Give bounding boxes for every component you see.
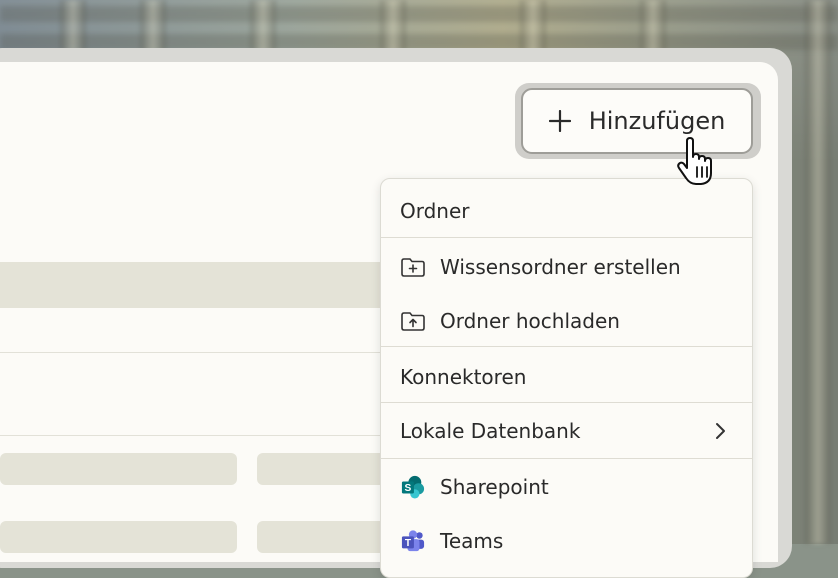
divider — [0, 435, 400, 436]
menu-item-label: Lokale Datenbank — [400, 419, 581, 443]
background-band — [0, 6, 838, 22]
divider — [0, 352, 400, 353]
menu-divider — [381, 346, 752, 347]
menu-item-label: Sharepoint — [440, 475, 549, 499]
menu-item-label: Ordner hochladen — [440, 309, 620, 333]
menu-divider — [381, 402, 752, 403]
placeholder-cell — [0, 521, 237, 553]
hand-pointer-cursor-icon — [677, 137, 712, 185]
menu-item-local-database[interactable]: Lokale Datenbank — [381, 413, 752, 449]
add-dropdown-menu: Ordner Wissensordner erstellen Ordner ho… — [380, 178, 753, 578]
placeholder-cell — [257, 521, 387, 553]
chevron-right-icon — [716, 423, 725, 439]
svg-text:S: S — [405, 483, 412, 494]
menu-item-teams[interactable]: T Teams — [381, 523, 752, 559]
placeholder-header-bar — [0, 262, 400, 308]
menu-item-upload-folder[interactable]: Ordner hochladen — [381, 303, 752, 339]
teams-icon: T — [401, 530, 425, 552]
folder-upload-icon — [401, 312, 425, 331]
folder-plus-icon — [401, 258, 425, 277]
menu-item-create-knowledge-folder[interactable]: Wissensordner erstellen — [381, 249, 752, 285]
placeholder-cell — [257, 453, 387, 485]
section-title-label: Ordner — [400, 199, 470, 223]
menu-section-title-konnektoren: Konnektoren — [381, 359, 752, 395]
menu-divider — [381, 458, 752, 459]
placeholder-cell — [0, 453, 237, 485]
menu-item-label: Teams — [440, 529, 504, 553]
section-title-label: Konnektoren — [400, 365, 527, 389]
menu-section-title-ordner: Ordner — [381, 193, 752, 229]
sharepoint-icon: S — [401, 475, 425, 499]
menu-item-label: Wissensordner erstellen — [440, 255, 681, 279]
menu-divider — [381, 237, 752, 238]
add-button-label: Hinzufügen — [588, 107, 726, 135]
background-column — [805, 0, 831, 544]
menu-item-sharepoint[interactable]: S Sharepoint — [381, 469, 752, 505]
plus-icon — [548, 110, 571, 132]
